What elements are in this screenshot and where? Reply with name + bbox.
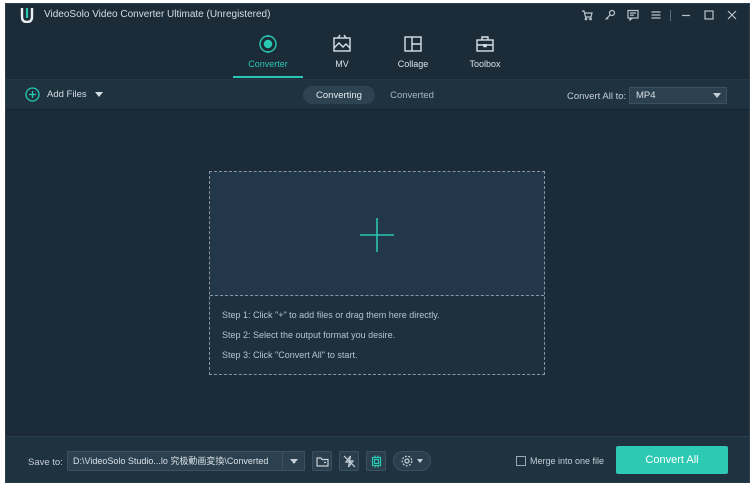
step-3-text: Step 3: Click "Convert All" to start. [222, 350, 358, 360]
step-1-text: Step 1: Click "+" to add files or drag t… [222, 310, 440, 320]
tab-toolbox[interactable]: Toolbox [445, 30, 525, 78]
plus-icon [360, 218, 394, 252]
main-nav: Converter MV Collage Toolbox [6, 30, 749, 80]
add-files-button[interactable]: Add Files [25, 87, 103, 102]
title-separator [670, 9, 671, 21]
tab-converter-label: Converter [248, 59, 288, 69]
mv-icon [333, 34, 351, 52]
app-title: VideoSolo Video Converter Ultimate (Unre… [44, 9, 271, 20]
output-path-field[interactable]: D:\VideoSolo Studio...lo 究极動画変換\Converte… [67, 451, 305, 471]
tab-collage-label: Collage [397, 59, 429, 69]
output-format-value: MP4 [636, 90, 656, 101]
bottom-bar: Save to: D:\VideoSolo Studio...lo 究极動画変換… [6, 436, 749, 482]
merge-option[interactable]: Merge into one file [516, 456, 604, 466]
merge-label: Merge into one file [530, 456, 605, 466]
maximize-button[interactable] [697, 6, 720, 24]
converter-icon [259, 35, 277, 53]
add-circle-icon [25, 87, 40, 102]
close-button[interactable] [720, 6, 743, 24]
feedback-icon [626, 9, 639, 21]
step-2-text: Step 2: Select the output format you des… [222, 330, 396, 340]
gear-icon [401, 455, 413, 467]
file-drop-zone[interactable]: Step 1: Click "+" to add files or drag t… [209, 171, 545, 375]
title-bar: VideoSolo Video Converter Ultimate (Unre… [6, 4, 749, 26]
tab-converting[interactable]: Converting [303, 86, 375, 104]
gpu-chip-icon [371, 455, 381, 467]
key-icon [604, 9, 615, 20]
active-tab-indicator [233, 76, 303, 78]
feedback-button[interactable] [621, 6, 644, 24]
convert-all-to-label: Convert All to: [567, 91, 627, 102]
tab-converter[interactable]: Converter [228, 30, 308, 78]
open-folder-button[interactable] [312, 451, 332, 471]
tab-mv[interactable]: MV [302, 30, 382, 78]
output-path-value: D:\VideoSolo Studio...lo 究极動画変換\Converte… [73, 456, 269, 466]
register-button[interactable] [598, 6, 621, 24]
save-to-label: Save to: [28, 457, 63, 468]
cart-icon [581, 10, 593, 21]
instruction-steps: Step 1: Click "+" to add files or drag t… [222, 310, 440, 370]
minimize-icon [681, 14, 690, 17]
close-icon [727, 10, 736, 20]
chevron-down-icon [290, 459, 298, 464]
menu-icon [651, 11, 660, 19]
speed-boost-button[interactable] [339, 451, 359, 471]
chevron-down-icon [417, 459, 423, 463]
window-controls [575, 6, 743, 24]
add-files-dropdown-icon[interactable] [94, 92, 103, 97]
add-file-plus-button[interactable] [360, 218, 394, 252]
toolbox-icon [476, 36, 494, 52]
cart-button[interactable] [575, 6, 598, 24]
merge-checkbox[interactable] [516, 456, 526, 466]
convert-all-button[interactable]: Convert All [616, 446, 728, 474]
videosolo-logo-icon [20, 8, 34, 23]
minimize-button[interactable] [674, 6, 697, 24]
add-files-label: Add Files [47, 89, 87, 100]
tab-converted[interactable]: Converted [378, 86, 446, 104]
converter-toolbar: Add Files Converting Converted Convert A… [6, 79, 749, 110]
tab-collage[interactable]: Collage [373, 30, 453, 78]
collage-icon [404, 36, 422, 52]
menu-button[interactable] [644, 6, 667, 24]
lightning-off-icon [343, 455, 355, 467]
tab-toolbox-label: Toolbox [469, 59, 501, 69]
app-window: VideoSolo Video Converter Ultimate (Unre… [5, 3, 750, 483]
drop-zone-add-area[interactable] [210, 172, 544, 296]
maximize-icon [703, 10, 714, 20]
chevron-down-icon [713, 93, 721, 98]
output-format-select[interactable]: MP4 [629, 87, 727, 104]
hardware-acceleration-button[interactable] [366, 451, 386, 471]
tab-mv-label: MV [335, 59, 349, 69]
settings-button[interactable] [393, 451, 431, 471]
folder-icon [315, 456, 329, 467]
output-path-dropdown[interactable] [282, 452, 304, 470]
